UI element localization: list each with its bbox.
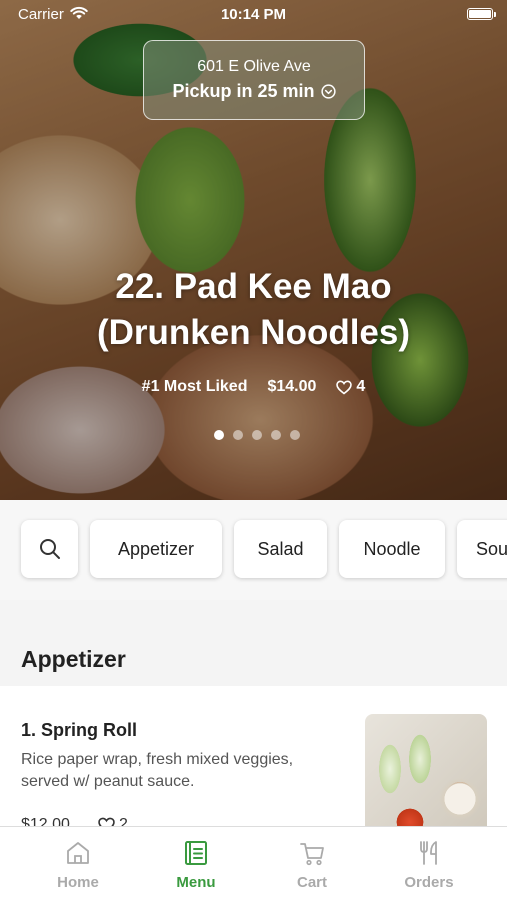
featured-likes: 4 (336, 378, 365, 396)
page-dot[interactable] (251, 430, 262, 440)
featured-title-line2: (Drunken Noodles) (96, 313, 411, 352)
category-chip-noodle[interactable]: Noodle (339, 520, 445, 578)
cart-icon (300, 843, 324, 866)
pickup-time-label: Pickup in 25 min (172, 81, 315, 101)
featured-price: $14.00 (267, 378, 317, 395)
heart-icon (336, 379, 353, 394)
tab-label: Cart (296, 874, 327, 891)
category-bar[interactable]: Appetizer Salad Noodle Sou (0, 500, 507, 600)
menu-item-description: Rice paper wrap, fresh mixed veggies, se… (21, 751, 294, 790)
featured-item-title: 22. Pad Kee Mao (Drunken Noodles) (0, 264, 507, 356)
bottom-tab-bar: Home Menu Cart Orders (0, 826, 507, 900)
category-chip-soup[interactable]: Sou (457, 520, 507, 578)
search-button[interactable] (21, 520, 78, 578)
chevron-down-circle-icon (320, 84, 336, 99)
tab-label: Menu (176, 874, 216, 891)
most-liked-badge: #1 Most Liked (141, 378, 248, 395)
search-icon (39, 539, 60, 559)
category-chip-salad[interactable]: Salad (234, 520, 327, 578)
category-chip-label: Sou (476, 538, 507, 559)
featured-likes-count: 4 (356, 378, 366, 395)
carousel-page-indicator[interactable] (0, 430, 507, 440)
pickup-time: Pickup in 25 min (172, 81, 336, 102)
menu-item-name: 1. Spring Roll (21, 720, 138, 740)
section-title: Appetizer (21, 646, 126, 672)
menu-item-photo[interactable] (365, 714, 487, 836)
fork-knife-icon (420, 841, 437, 865)
home-icon (67, 842, 89, 864)
tab-orders[interactable]: Orders (366, 827, 492, 900)
category-chip-appetizer[interactable]: Appetizer (90, 520, 222, 578)
page-dot[interactable] (213, 430, 224, 440)
tab-cart[interactable]: Cart (249, 827, 375, 900)
battery-icon (467, 8, 496, 20)
status-bar: Carrier 10:14 PM (0, 0, 507, 28)
tab-label: Home (57, 874, 99, 891)
page-dot[interactable] (289, 430, 300, 440)
tab-home[interactable]: Home (15, 827, 141, 900)
category-chip-label: Noodle (363, 538, 421, 559)
menu-item-card[interactable]: 1. Spring Roll Rice paper wrap, fresh mi… (0, 686, 507, 836)
category-chip-label: Salad (257, 538, 304, 559)
pickup-location-selector[interactable]: 601 E Olive Ave Pickup in 25 min (143, 40, 365, 120)
tab-menu[interactable]: Menu (133, 827, 259, 900)
featured-title-line1: 22. Pad Kee Mao (115, 267, 392, 306)
menu-book-icon (185, 841, 207, 865)
tab-label: Orders (404, 874, 454, 891)
location-address: 601 E Olive Ave (197, 58, 311, 75)
page-dot[interactable] (270, 430, 281, 440)
status-time: 10:14 PM (220, 6, 287, 23)
page-dot[interactable] (232, 430, 243, 440)
featured-hero[interactable]: Carrier 10:14 PM 601 E Olive Ave Pickup … (0, 0, 507, 500)
featured-item-meta: #1 Most Liked $14.00 4 (0, 378, 507, 396)
category-chip-label: Appetizer (117, 538, 195, 559)
